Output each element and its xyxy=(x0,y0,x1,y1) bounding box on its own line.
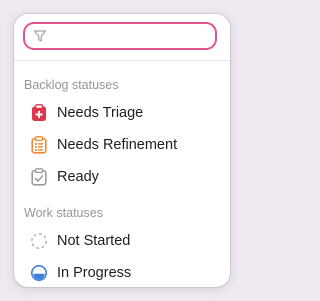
divider xyxy=(14,60,230,61)
filter-icon xyxy=(33,29,47,43)
clipboard-list-icon xyxy=(30,136,48,154)
status-option-ready[interactable]: Ready xyxy=(14,163,230,191)
status-option-label: Needs Refinement xyxy=(57,137,178,153)
clipboard-check-icon xyxy=(30,168,48,186)
search-field[interactable] xyxy=(23,22,217,50)
status-option-label: Needs Triage xyxy=(57,105,144,121)
status-option-label: Ready xyxy=(57,169,99,185)
section-header-backlog: Backlog statuses xyxy=(24,78,119,92)
half-circle-icon xyxy=(30,264,48,282)
status-option-needs-refinement[interactable]: Needs Refinement xyxy=(14,131,230,159)
status-option-needs-triage[interactable]: Needs Triage xyxy=(14,99,230,127)
status-option-in-progress[interactable]: In Progress xyxy=(14,259,230,287)
status-picker-popover: Backlog statuses Needs Triage Needs Refi… xyxy=(14,14,230,287)
section-header-work: Work statuses xyxy=(24,206,103,220)
status-option-label: Not Started xyxy=(57,233,131,249)
status-option-not-started[interactable]: Not Started xyxy=(14,227,230,255)
clipboard-plus-icon xyxy=(30,104,48,122)
dashed-circle-icon xyxy=(30,232,48,250)
search-input[interactable] xyxy=(51,27,205,45)
status-option-label: In Progress xyxy=(57,265,132,281)
